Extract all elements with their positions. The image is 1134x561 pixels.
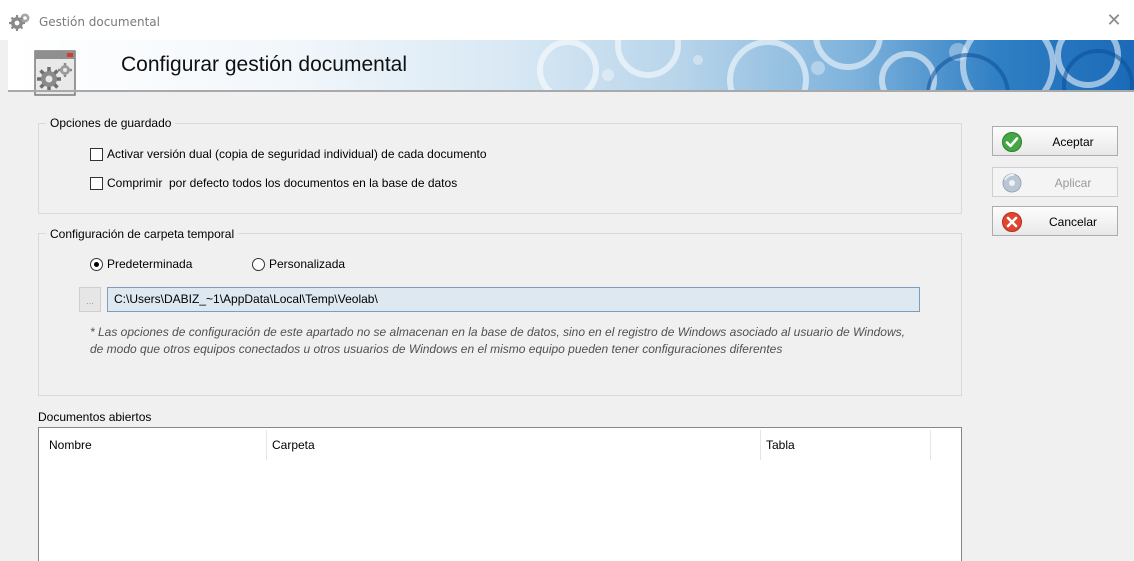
column-divider[interactable] xyxy=(930,430,931,460)
radio-default-label: Predeterminada xyxy=(107,257,193,271)
accept-button[interactable]: Aceptar xyxy=(992,126,1118,156)
apply-button[interactable]: Aplicar xyxy=(992,167,1118,197)
radio-default-row[interactable]: Predeterminada xyxy=(90,257,192,271)
header-banner: Configurar gestión documental xyxy=(8,40,1134,90)
compress-label: Comprimir por defecto todos los document… xyxy=(107,176,458,190)
open-documents-title: Documentos abiertos xyxy=(38,410,152,424)
column-header-nombre[interactable]: Nombre xyxy=(49,438,92,452)
dual-version-checkbox[interactable] xyxy=(90,147,103,161)
radio-default[interactable] xyxy=(90,257,103,271)
column-divider[interactable] xyxy=(266,430,267,460)
disc-icon xyxy=(1002,173,1022,193)
cancel-label: Cancelar xyxy=(1048,215,1098,229)
dual-version-label: Activar versión dual (copia de seguridad… xyxy=(107,147,487,161)
window-title: Gestión documental xyxy=(39,15,160,29)
close-icon[interactable]: ✕ xyxy=(1102,9,1126,33)
title-bar: Gestión documental ✕ xyxy=(0,0,1134,40)
save-options-group xyxy=(38,123,962,214)
column-header-carpeta[interactable]: Carpeta xyxy=(272,438,315,452)
radio-custom[interactable] xyxy=(252,257,265,271)
compress-checkbox-row[interactable]: Comprimir por defecto todos los document… xyxy=(90,176,457,190)
accept-label: Aceptar xyxy=(1052,135,1094,149)
save-options-title: Opciones de guardado xyxy=(46,116,176,130)
cancel-icon xyxy=(1002,212,1022,232)
radio-custom-row[interactable]: Personalizada xyxy=(252,257,345,271)
browse-folder-button[interactable]: ... xyxy=(79,287,101,312)
open-documents-table[interactable]: Nombre Carpeta Tabla xyxy=(38,427,962,561)
column-divider[interactable] xyxy=(760,430,761,460)
gears-icon xyxy=(9,13,30,31)
banner-separator xyxy=(8,90,1134,92)
dual-version-checkbox-row[interactable]: Activar versión dual (copia de seguridad… xyxy=(90,147,487,161)
temp-folder-title: Configuración de carpeta temporal xyxy=(46,227,239,241)
column-header-tabla[interactable]: Tabla xyxy=(766,438,795,452)
cancel-button[interactable]: Cancelar xyxy=(992,206,1118,236)
check-icon xyxy=(1002,132,1022,152)
banner-title: Configurar gestión documental xyxy=(121,53,408,76)
apply-label: Aplicar xyxy=(1054,176,1092,190)
temp-folder-path-field[interactable]: C:\Users\DABIZ_~1\AppData\Local\Temp\Veo… xyxy=(107,287,920,312)
temp-folder-note: * Las opciones de configuración de este … xyxy=(90,325,905,356)
compress-checkbox[interactable] xyxy=(90,176,103,190)
radio-custom-label: Personalizada xyxy=(269,257,346,271)
